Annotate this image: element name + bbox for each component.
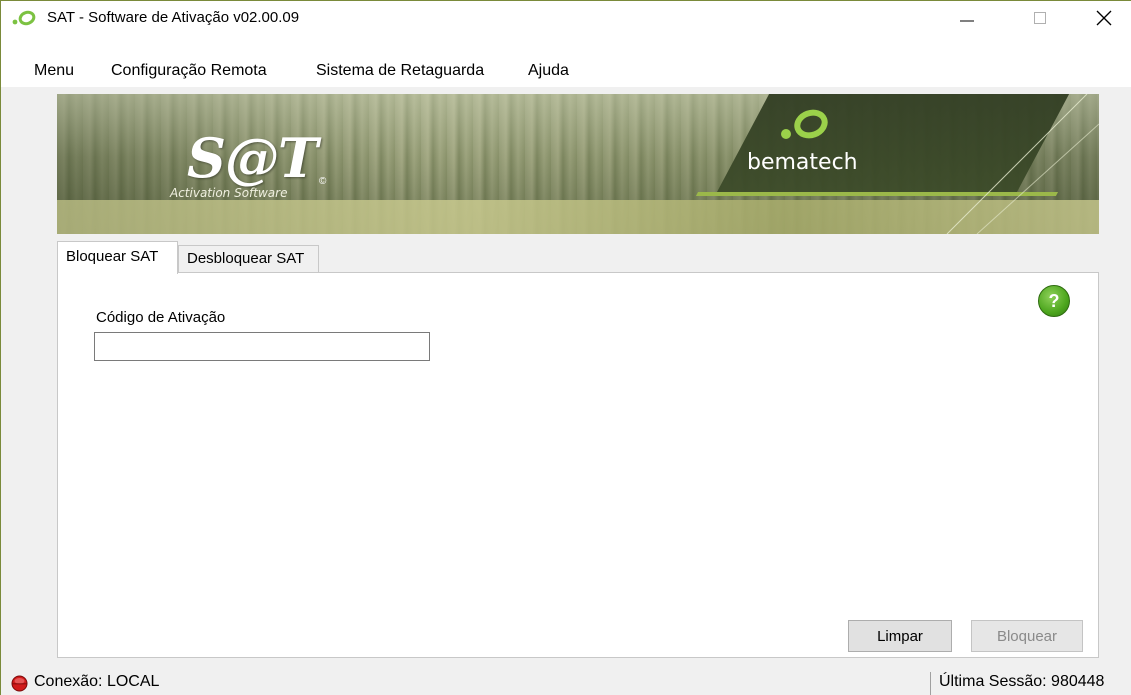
close-button[interactable]: [1073, 1, 1131, 35]
sat-logo: S@T: [187, 126, 318, 190]
activation-code-input[interactable]: [94, 332, 430, 361]
menu-bar: Menu Configuração Remota Sistema de Reta…: [1, 57, 1131, 87]
banner-lines-decoration: [946, 94, 1099, 234]
app-window: SAT - Software de Ativação v02.00.09 Men…: [0, 0, 1131, 695]
help-icon: ?: [1048, 290, 1060, 311]
minimize-icon: [960, 20, 974, 22]
minimize-button[interactable]: [936, 1, 998, 35]
maximize-icon: [1034, 12, 1046, 24]
clear-button[interactable]: Limpar: [848, 620, 952, 652]
menu-item-menu[interactable]: Menu: [34, 62, 74, 80]
maximize-button[interactable]: [1009, 1, 1071, 35]
status-bar: Conexão: LOCAL Última Sessão: 980448: [1, 669, 1131, 695]
menu-item-configuracao-remota[interactable]: Configuração Remota: [111, 62, 267, 80]
window-title: SAT - Software de Ativação v02.00.09: [47, 9, 300, 26]
title-bar: SAT - Software de Ativação v02.00.09: [1, 1, 1131, 35]
menu-item-sistema-de-retaguarda[interactable]: Sistema de Retaguarda: [316, 62, 484, 80]
bematech-logo-text: bematech: [747, 150, 858, 175]
tab-desbloquear-sat[interactable]: Desbloquear SAT: [178, 245, 319, 272]
menu-item-ajuda[interactable]: Ajuda: [528, 62, 569, 80]
connection-status-icon: [11, 675, 28, 692]
sat-app-icon: [12, 10, 36, 26]
lock-button[interactable]: Bloquear: [971, 620, 1083, 652]
sat-logo-copyright: ©: [319, 176, 327, 187]
help-button[interactable]: ?: [1038, 285, 1070, 317]
tab-panel-bloquear-sat: ? Código de Ativação Limpar Bloquear: [57, 272, 1099, 658]
activation-code-label: Código de Ativação: [96, 309, 226, 326]
header-banner: S@T Activation Software © bematech: [57, 94, 1099, 234]
tab-bloquear-sat[interactable]: Bloquear SAT: [57, 241, 178, 274]
connection-status-text: Conexão: LOCAL: [34, 673, 160, 690]
close-icon: [1096, 10, 1112, 26]
status-separator: [930, 672, 931, 695]
last-session-text: Última Sessão: 980448: [939, 673, 1105, 690]
bematech-logo-icon: [781, 109, 828, 139]
sat-logo-subtitle: Activation Software: [170, 186, 288, 200]
